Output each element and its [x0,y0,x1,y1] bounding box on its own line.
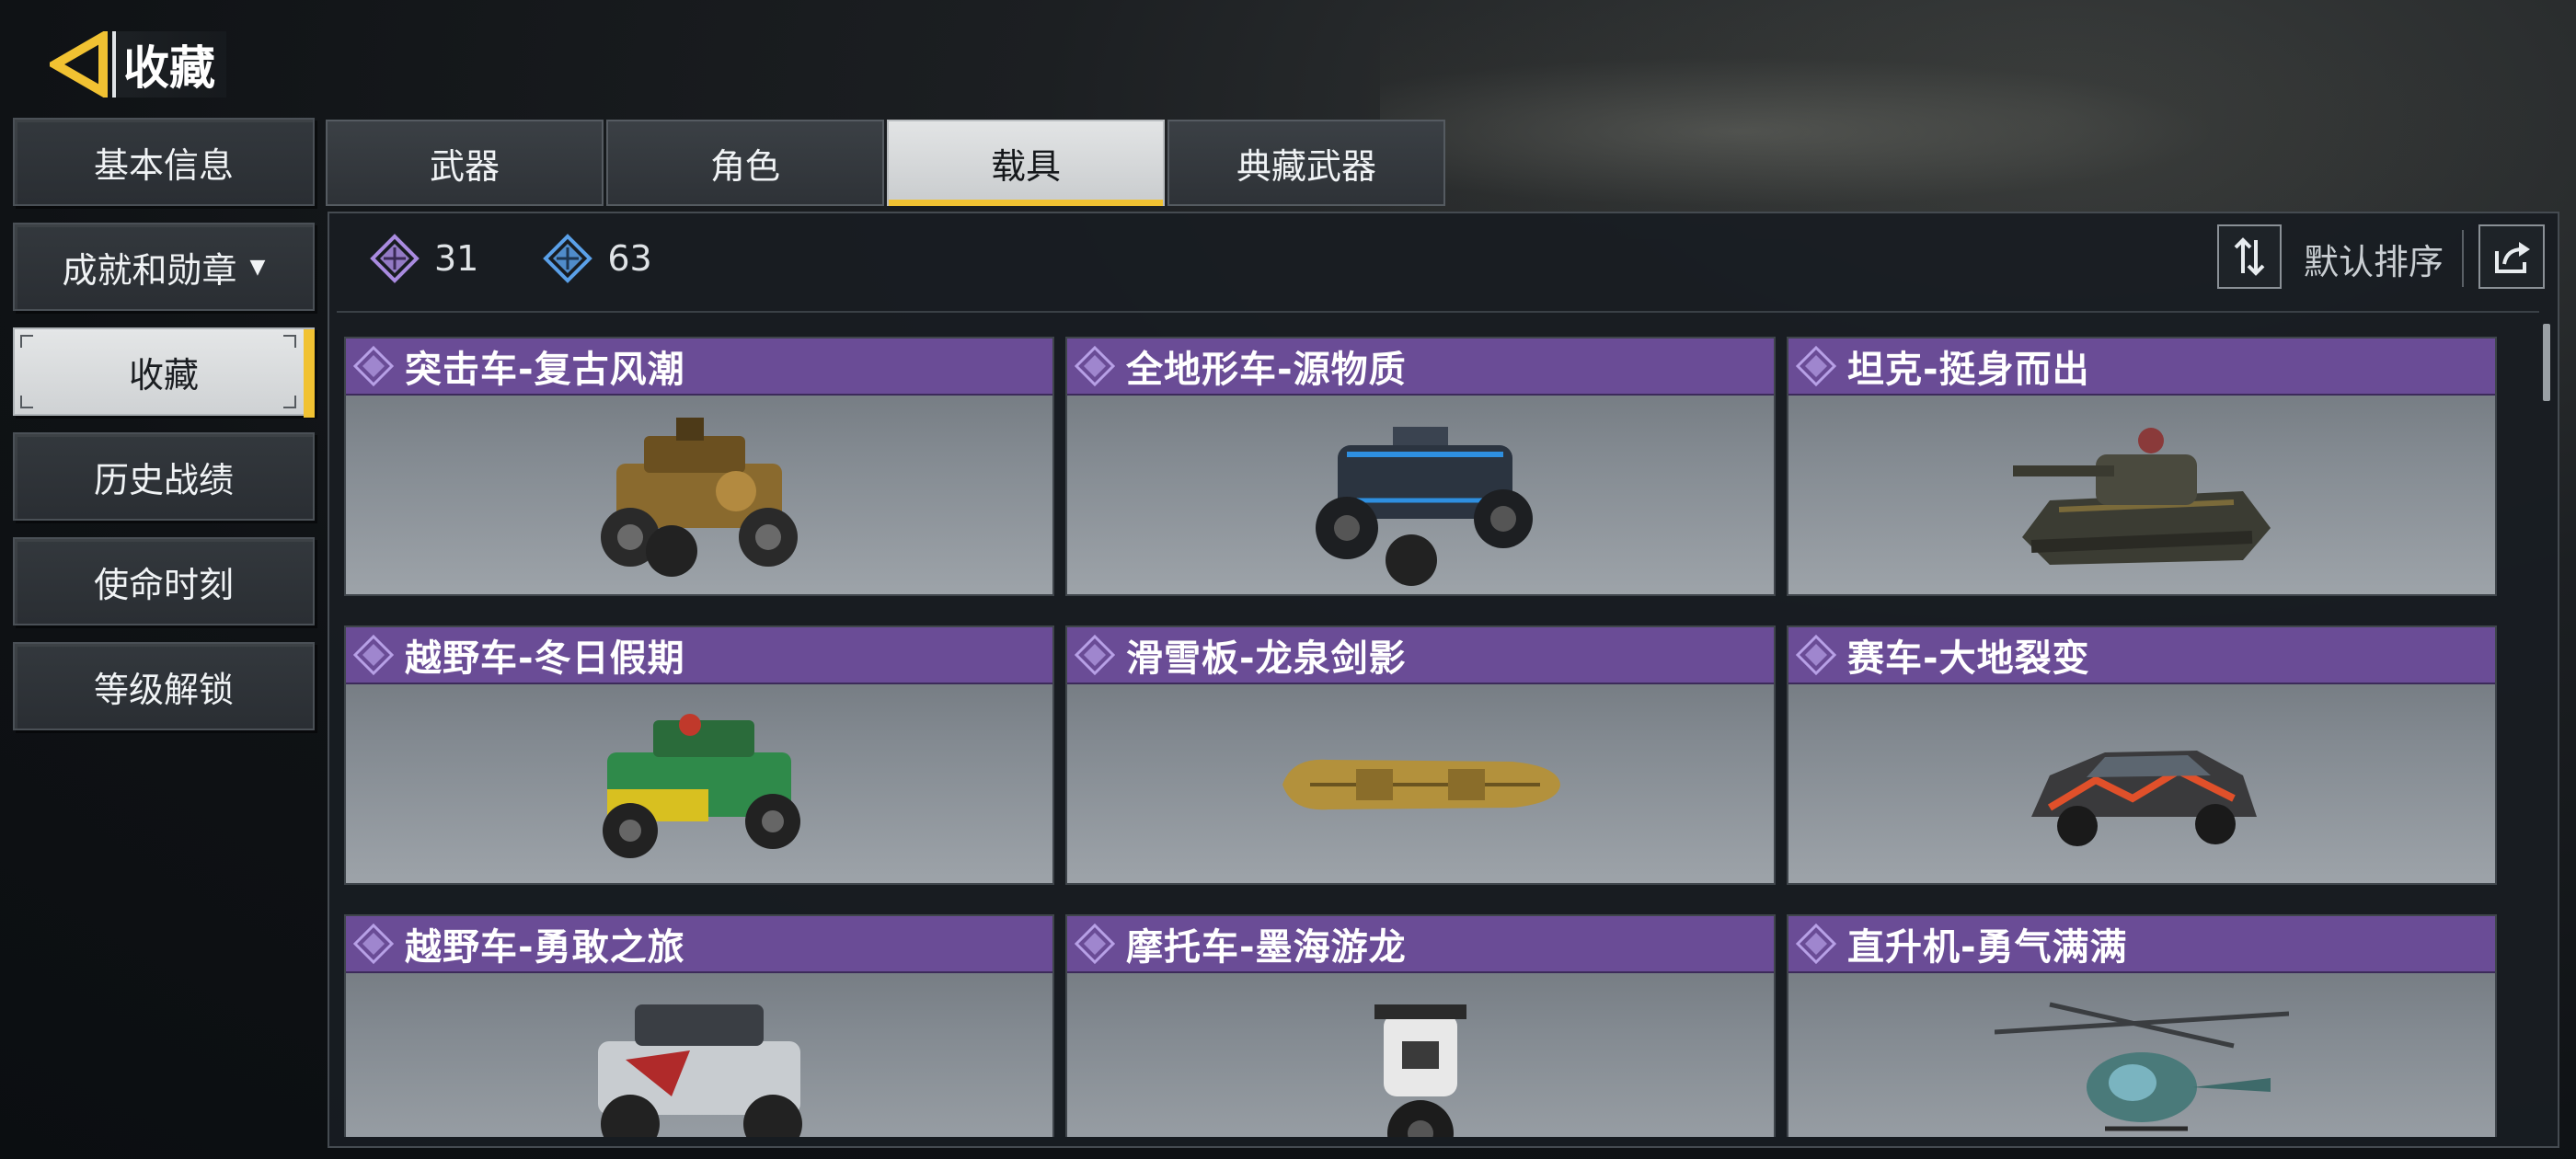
offroad-jeep-icon [552,688,846,881]
share-button[interactable] [2478,224,2545,289]
vehicle-card[interactable]: 越野车-勇敢之旅 [344,914,1054,1137]
blue-tier-icon [543,234,593,283]
purple-tier-icon [352,634,395,676]
card-name: 滑雪板-龙泉剑影 [1126,637,1407,680]
sort-toggle-button[interactable] [2217,224,2282,289]
sidebar-item-label: 历史战绩 [93,459,234,500]
card-name: 突击车-复古风潮 [405,349,685,391]
sidebar-item-label: 成就和勋章 [62,249,237,291]
back-arrow-icon [50,31,108,98]
vehicle-card[interactable]: 滑雪板-龙泉剑影 [1065,625,1776,885]
corner-decoration [283,396,296,408]
sidebar-item-collection[interactable]: 收藏 [13,327,315,418]
sidebar-item-level-unlock[interactable]: 等级解锁 [13,642,315,730]
tab-label: 载具 [990,145,1061,187]
background-smoke [1380,0,2576,239]
tab-characters[interactable]: 角色 [606,120,884,206]
vehicle-card[interactable]: 坦克-挺身而出 [1787,337,2497,596]
back-button[interactable] [46,29,112,99]
card-title-bar: 摩托车-墨海游龙 [1067,916,1774,973]
purple-tier-icon [1795,345,1837,387]
divider [337,311,2539,313]
sidebar-item-moments[interactable]: 使命时刻 [13,537,315,625]
card-title-bar: 越野车-勇敢之旅 [346,916,1052,973]
card-name: 摩托车-墨海游龙 [1126,926,1407,969]
card-title-bar: 赛车-大地裂变 [1788,627,2495,684]
tank-icon [1995,399,2289,592]
purple-tier-icon [1074,345,1116,387]
card-title-bar: 越野车-冬日假期 [346,627,1052,684]
card-name: 坦克-挺身而出 [1847,349,2090,391]
card-title-bar: 直升机-勇气满满 [1788,916,2495,973]
sort-label[interactable]: 默认排序 [2304,234,2444,284]
blue-count-value: 63 [607,238,652,279]
vehicle-card[interactable]: 摩托车-墨海游龙 [1065,914,1776,1137]
card-title-bar: 坦克-挺身而出 [1788,339,2495,396]
offroad-truck-icon [552,977,846,1137]
purple-tier-icon [1074,923,1116,965]
collection-panel: 31 63 默认排序 突击车-复古风潮 全地形车-源物质 坦克-挺身而出 越野车… [328,212,2559,1148]
card-title-bar: 滑雪板-龙泉剑影 [1067,627,1774,684]
divider [2462,230,2464,287]
caret-down-icon: ▼ [249,255,266,279]
header: 收藏 [46,28,226,101]
sidebar-item-label: 使命时刻 [93,564,234,605]
sort-arrows-icon [2234,237,2265,276]
motorcycle-icon [1273,977,1568,1137]
card-name: 越野车-勇敢之旅 [405,926,685,969]
purple-tier-icon [352,345,395,387]
vehicle-grid: 突击车-复古风潮 全地形车-源物质 坦克-挺身而出 越野车-冬日假期 滑雪板-龙… [344,337,2524,1137]
tab-vehicles[interactable]: 载具 [887,120,1165,206]
tab-weapons[interactable]: 武器 [326,120,604,206]
purple-tier-icon [1074,634,1116,676]
corner-decoration [283,335,296,348]
card-title-bar: 突击车-复古风潮 [346,339,1052,396]
purple-tier-icon [1795,634,1837,676]
purple-tier-icon [1795,923,1837,965]
race-car-icon [1995,688,2289,881]
card-name: 全地形车-源物质 [1126,349,1407,391]
corner-decoration [20,335,33,348]
card-name: 直升机-勇气满满 [1847,926,2128,969]
purple-tier-icon [352,923,395,965]
corner-decoration [20,396,33,408]
purple-count-value: 31 [434,238,479,279]
card-name: 越野车-冬日假期 [405,637,685,680]
sidebar-item-label: 等级解锁 [93,669,234,710]
helicopter-icon [1994,977,2290,1137]
atv-icon [1273,399,1568,592]
vehicle-card[interactable]: 突击车-复古风潮 [344,337,1054,596]
sidebar-item-basic-info[interactable]: 基本信息 [13,118,315,206]
card-name: 赛车-大地裂变 [1847,637,2090,680]
sidebar-item-history[interactable]: 历史战绩 [13,432,315,521]
tab-collector-weapons[interactable]: 典藏武器 [1167,120,1445,206]
vehicle-card[interactable]: 赛车-大地裂变 [1787,625,2497,885]
tab-label: 武器 [429,145,500,187]
sidebar-item-label: 基本信息 [93,144,234,186]
sidebar-item-achievements[interactable]: 成就和勋章 ▼ [13,223,315,311]
page-title: 收藏 [112,31,226,98]
purple-count: 31 [370,234,478,283]
blue-count: 63 [543,234,652,283]
scrollbar[interactable] [2543,324,2550,401]
rarity-counts: 31 63 [370,234,652,283]
purple-tier-icon [370,234,420,283]
card-title-bar: 全地形车-源物质 [1067,339,1774,396]
share-icon [2495,242,2530,273]
sidebar-item-label: 收藏 [128,354,199,396]
vehicle-card[interactable]: 全地形车-源物质 [1065,337,1776,596]
tab-label: 角色 [709,145,780,187]
vehicle-card[interactable]: 越野车-冬日假期 [344,625,1054,885]
tab-label: 典藏武器 [1236,145,1376,187]
snowboard-icon [1273,688,1568,881]
assault-buggy-icon [552,399,846,592]
vehicle-card[interactable]: 直升机-勇气满满 [1787,914,2497,1137]
